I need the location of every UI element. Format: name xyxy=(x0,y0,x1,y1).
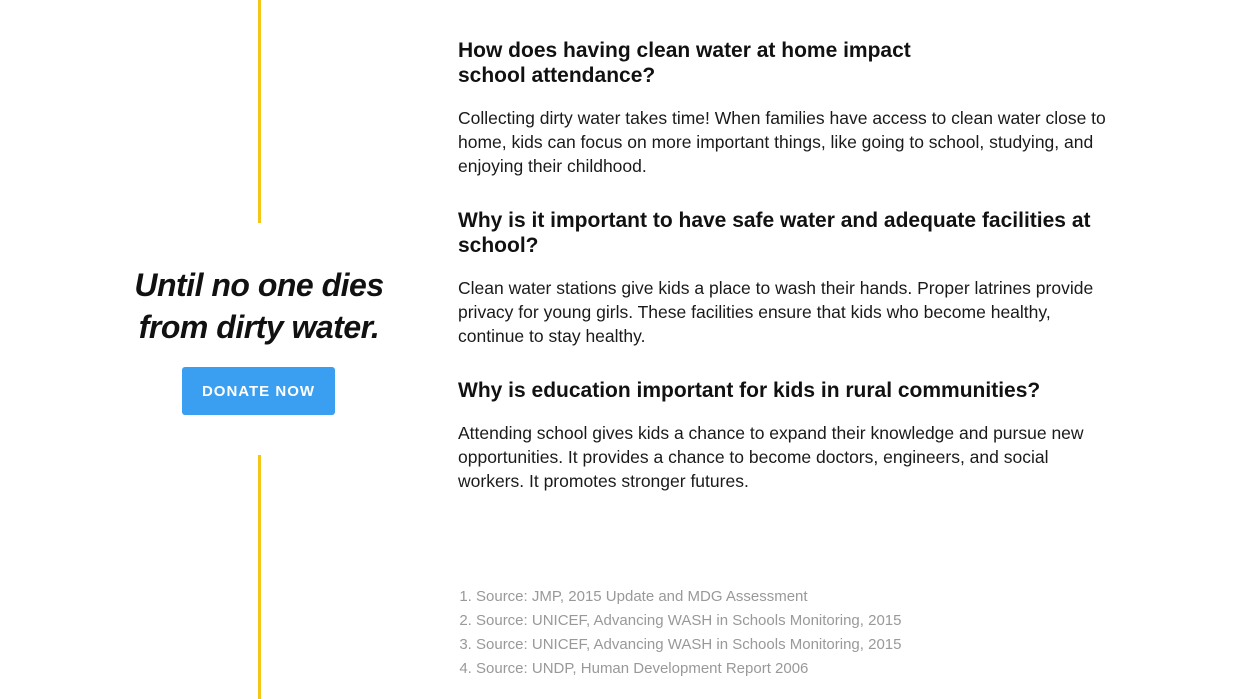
tagline-pre: Until xyxy=(134,267,203,303)
source-item: Source: UNICEF, Advancing WASH in School… xyxy=(476,633,901,657)
faq-answer: Attending school gives kids a chance to … xyxy=(458,423,1084,491)
tagline-heading: Until no one dies from dirty water. xyxy=(80,264,438,348)
tagline-line-2: from dirty water. xyxy=(138,309,380,345)
faq-item: Why is it important to have safe water a… xyxy=(458,208,1108,348)
faq-question: How does having clean water at home impa… xyxy=(458,39,911,87)
source-item: Source: UNICEF, Advancing WASH in School… xyxy=(476,609,901,633)
faq-answer: Collecting dirty water takes time! When … xyxy=(458,108,1106,176)
faq-section: How does having clean water at home impa… xyxy=(458,38,1108,523)
faq-item: Why is education important for kids in r… xyxy=(458,378,1108,493)
source-item: Source: UNDP, Human Development Report 2… xyxy=(476,657,901,681)
faq-item: How does having clean water at home impa… xyxy=(458,38,1108,178)
source-item: Source: JMP, 2015 Update and MDG Assessm… xyxy=(476,585,901,609)
divider-line-top xyxy=(258,0,261,223)
donate-now-button[interactable]: DONATE NOW xyxy=(182,367,335,415)
divider-line-bottom xyxy=(258,455,261,699)
tagline-post: dies xyxy=(321,267,385,303)
tagline-line-1: Until no one dies xyxy=(80,264,438,306)
sources-list: Source: JMP, 2015 Update and MDG Assessm… xyxy=(458,585,901,681)
faq-question: Why is it important to have safe water a… xyxy=(458,209,1091,257)
faq-answer: Clean water stations give kids a place t… xyxy=(458,278,1094,346)
tagline-highlight: no one xyxy=(211,264,314,306)
faq-question: Why is education important for kids in r… xyxy=(458,379,1041,402)
